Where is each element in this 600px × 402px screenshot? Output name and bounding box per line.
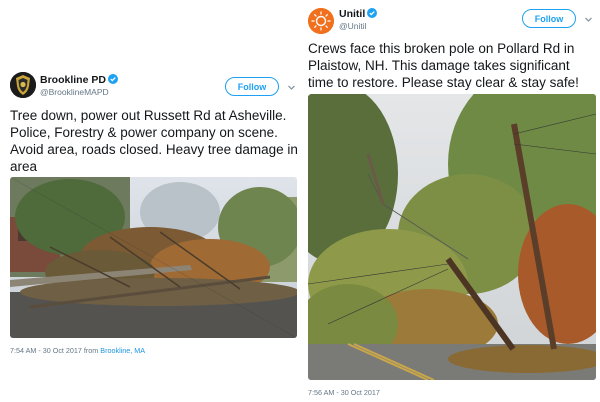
display-name[interactable]: Unitil	[339, 8, 378, 20]
tweet-card-unitil: Unitil @Unitil Follow Crews face this br…	[300, 0, 600, 402]
chevron-down-icon[interactable]	[287, 83, 296, 92]
follow-button[interactable]: Follow	[522, 9, 576, 28]
chevron-down-icon[interactable]	[584, 15, 593, 24]
police-badge-icon[interactable]	[10, 72, 36, 98]
tweet-card-brookline: Brookline PD @BrooklineMAPD Follow Tree …	[0, 62, 304, 362]
verified-badge-icon	[367, 8, 378, 18]
display-name[interactable]: Brookline PD	[40, 74, 118, 86]
tweet-timestamp[interactable]: 7:56 AM - 30 Oct 2017	[308, 388, 380, 397]
tweet-text: Tree down, power out Russett Rd at Ashev…	[10, 108, 298, 174]
verified-badge-icon	[107, 74, 118, 84]
location-link[interactable]: Brookline, MA	[100, 346, 145, 355]
user-handle[interactable]: @BrooklineMAPD	[40, 87, 109, 97]
tweet-text: Crews face this broken pole on Pollard R…	[308, 41, 579, 90]
broken-pole-photo	[308, 94, 596, 380]
follow-button[interactable]: Follow	[225, 77, 279, 96]
sun-logo-icon[interactable]	[308, 8, 334, 34]
user-handle[interactable]: @Unitil	[339, 21, 367, 31]
fallen-tree-photo	[10, 177, 297, 338]
tweet-photo[interactable]	[308, 94, 596, 380]
tweet-timestamp: 7:54 AM - 30 Oct 2017 from Brookline, MA	[10, 346, 146, 355]
tweet-photo[interactable]	[10, 177, 297, 338]
